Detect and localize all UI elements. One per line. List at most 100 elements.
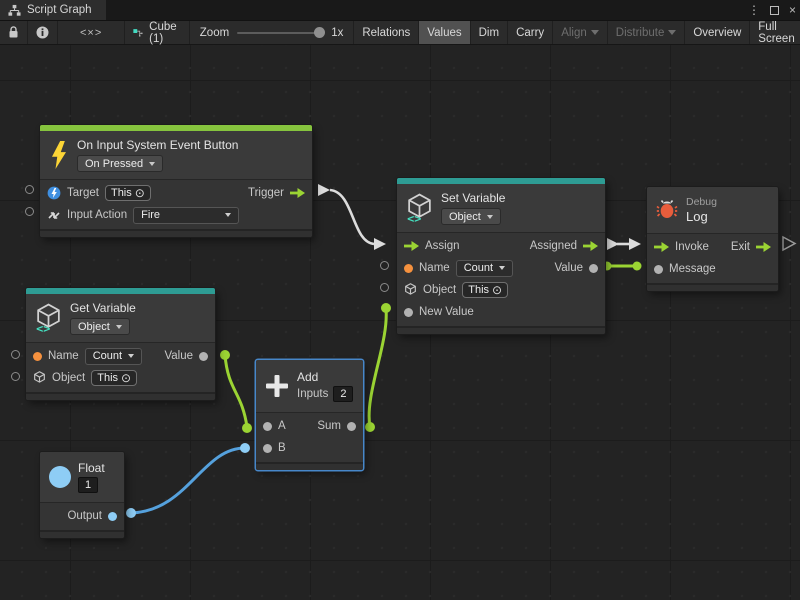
- wire-port-dot[interactable]: [242, 423, 252, 433]
- target-this-chip[interactable]: This ⊙: [105, 185, 151, 201]
- zoom-slider-handle[interactable]: [314, 27, 325, 38]
- set-object-side-port[interactable]: [380, 283, 389, 292]
- node-set-variable[interactable]: <> Set Variable Object Assign Assigned: [397, 178, 605, 334]
- window-close-icon[interactable]: ×: [789, 3, 796, 17]
- toolbar-button-carry[interactable]: Carry: [508, 21, 553, 44]
- assign-input-port[interactable]: [404, 241, 419, 251]
- get-name-side-port[interactable]: [11, 350, 20, 359]
- add-inputs-count-field[interactable]: 2: [333, 386, 353, 402]
- info-button[interactable]: [28, 21, 58, 44]
- sum-output-port[interactable]: [347, 422, 356, 431]
- wire-port-dot[interactable]: [381, 303, 391, 313]
- event-target-side-port[interactable]: [25, 185, 34, 194]
- zoom-label: Zoom: [200, 27, 229, 39]
- get-variable-kind-dropdown[interactable]: Object: [70, 318, 130, 335]
- invoke-input-port[interactable]: [654, 242, 669, 252]
- input-action-dropdown[interactable]: Fire: [133, 207, 239, 224]
- zoom-value: 1x: [331, 27, 343, 39]
- toolbar-button-fullscreen[interactable]: Full Screen: [750, 21, 800, 44]
- value-wire-float-to-b: [131, 448, 245, 513]
- node-title: On Input System Event Button: [77, 138, 238, 152]
- wire-port-dot[interactable]: [633, 262, 642, 271]
- assigned-output-port[interactable]: [583, 241, 598, 251]
- toolbar-button-align[interactable]: Align: [553, 21, 608, 44]
- value-output-port[interactable]: [589, 264, 598, 273]
- trigger-output-port[interactable]: [290, 188, 305, 198]
- node-on-input-system-event[interactable]: On Input System Event Button On Pressed …: [40, 125, 312, 237]
- window-tab-bar: Script Graph ⋮ ×: [0, 0, 800, 20]
- output-port[interactable]: [108, 512, 117, 521]
- lock-button[interactable]: [0, 21, 28, 44]
- chevron-down-icon: [487, 215, 493, 219]
- wire-port-dot[interactable]: [220, 350, 230, 360]
- node-footer: [26, 392, 215, 400]
- variable-name-dropdown[interactable]: Count: [456, 260, 513, 277]
- node-title: Add: [297, 370, 318, 384]
- node-footer: [647, 283, 778, 291]
- target-icon: ⊙: [492, 284, 502, 296]
- svg-text:<>: <>: [407, 211, 421, 223]
- object-this-chip[interactable]: This ⊙: [91, 370, 137, 386]
- target-icon: ⊙: [135, 187, 145, 199]
- node-title: Float: [78, 461, 105, 475]
- svg-text:<>: <>: [36, 321, 50, 333]
- value-wire-get-to-a: [225, 355, 247, 427]
- toolbar-button-distribute[interactable]: Distribute: [608, 21, 686, 44]
- object-cube-icon: [33, 371, 46, 385]
- a-input-port[interactable]: [263, 422, 272, 431]
- float-value-field[interactable]: 1: [78, 477, 98, 493]
- node-title: Get Variable: [70, 301, 136, 315]
- toolbar-button-dim[interactable]: Dim: [471, 21, 508, 44]
- name-input-port[interactable]: [33, 352, 42, 361]
- node-add[interactable]: Add Inputs 2 A Sum B: [256, 360, 363, 470]
- object-this-chip[interactable]: This ⊙: [462, 282, 508, 298]
- toolbar-button-relations[interactable]: Relations: [353, 21, 419, 44]
- tab-title: Script Graph: [27, 4, 92, 16]
- code-view-button[interactable]: <×>: [58, 21, 125, 44]
- exit-connection-stub[interactable]: [783, 237, 795, 250]
- script-graph-icon: [133, 26, 143, 40]
- lock-icon: [8, 26, 19, 39]
- set-variable-kind-dropdown[interactable]: Object: [441, 208, 501, 225]
- message-input-port[interactable]: [654, 265, 663, 274]
- value-output-port[interactable]: [199, 352, 208, 361]
- tab-script-graph[interactable]: Script Graph: [0, 0, 106, 20]
- get-object-side-port[interactable]: [11, 372, 20, 381]
- zoom-control: Zoom 1x: [190, 21, 354, 44]
- b-input-port[interactable]: [263, 444, 272, 453]
- chevron-down-icon: [149, 162, 155, 166]
- exec-wire-start-arrow: [318, 184, 330, 196]
- lightning-bolt-icon: [49, 141, 69, 169]
- node-debug-log[interactable]: Debug Log Invoke Exit Message: [647, 187, 778, 291]
- exec-wire-end-arrow: [374, 238, 386, 250]
- wire-port-dot[interactable]: [126, 508, 136, 518]
- variable-cube-icon: <>: [35, 303, 62, 333]
- new-value-input-port[interactable]: [404, 308, 413, 317]
- exit-output-port[interactable]: [756, 242, 771, 252]
- event-mode-dropdown[interactable]: On Pressed: [77, 155, 163, 172]
- object-cube-icon: [404, 283, 417, 297]
- name-input-port[interactable]: [404, 264, 413, 273]
- graph-reference[interactable]: Cube (1): [125, 21, 190, 44]
- wire-port-dot[interactable]: [365, 422, 375, 432]
- chevron-down-icon: [225, 213, 231, 217]
- variable-name-dropdown[interactable]: Count: [85, 348, 142, 365]
- node-footer: [40, 229, 312, 237]
- toolbar-button-overview[interactable]: Overview: [685, 21, 750, 44]
- zoom-slider[interactable]: [237, 32, 323, 34]
- event-action-side-port[interactable]: [25, 207, 34, 216]
- toolbar-button-values[interactable]: Values: [419, 21, 470, 44]
- exec-wire-end-arrow: [629, 238, 641, 250]
- window-maximize-icon[interactable]: [770, 6, 779, 15]
- graph-toolbar: <×> Cube (1) Zoom 1x Relations Values Di…: [0, 20, 800, 45]
- set-name-side-port[interactable]: [380, 261, 389, 270]
- variable-cube-icon: <>: [406, 193, 433, 223]
- node-get-variable[interactable]: <> Get Variable Object Name Count Value: [26, 288, 215, 400]
- wire-port-dot[interactable]: [240, 443, 250, 453]
- exec-wire-event-to-set: [330, 190, 374, 244]
- graph-canvas[interactable]: On Input System Event Button On Pressed …: [0, 45, 800, 600]
- node-float[interactable]: Float 1 Output: [40, 452, 124, 538]
- code-icon: <×>: [80, 27, 102, 39]
- chevron-down-icon: [128, 354, 134, 358]
- window-menu-icon[interactable]: ⋮: [748, 3, 760, 17]
